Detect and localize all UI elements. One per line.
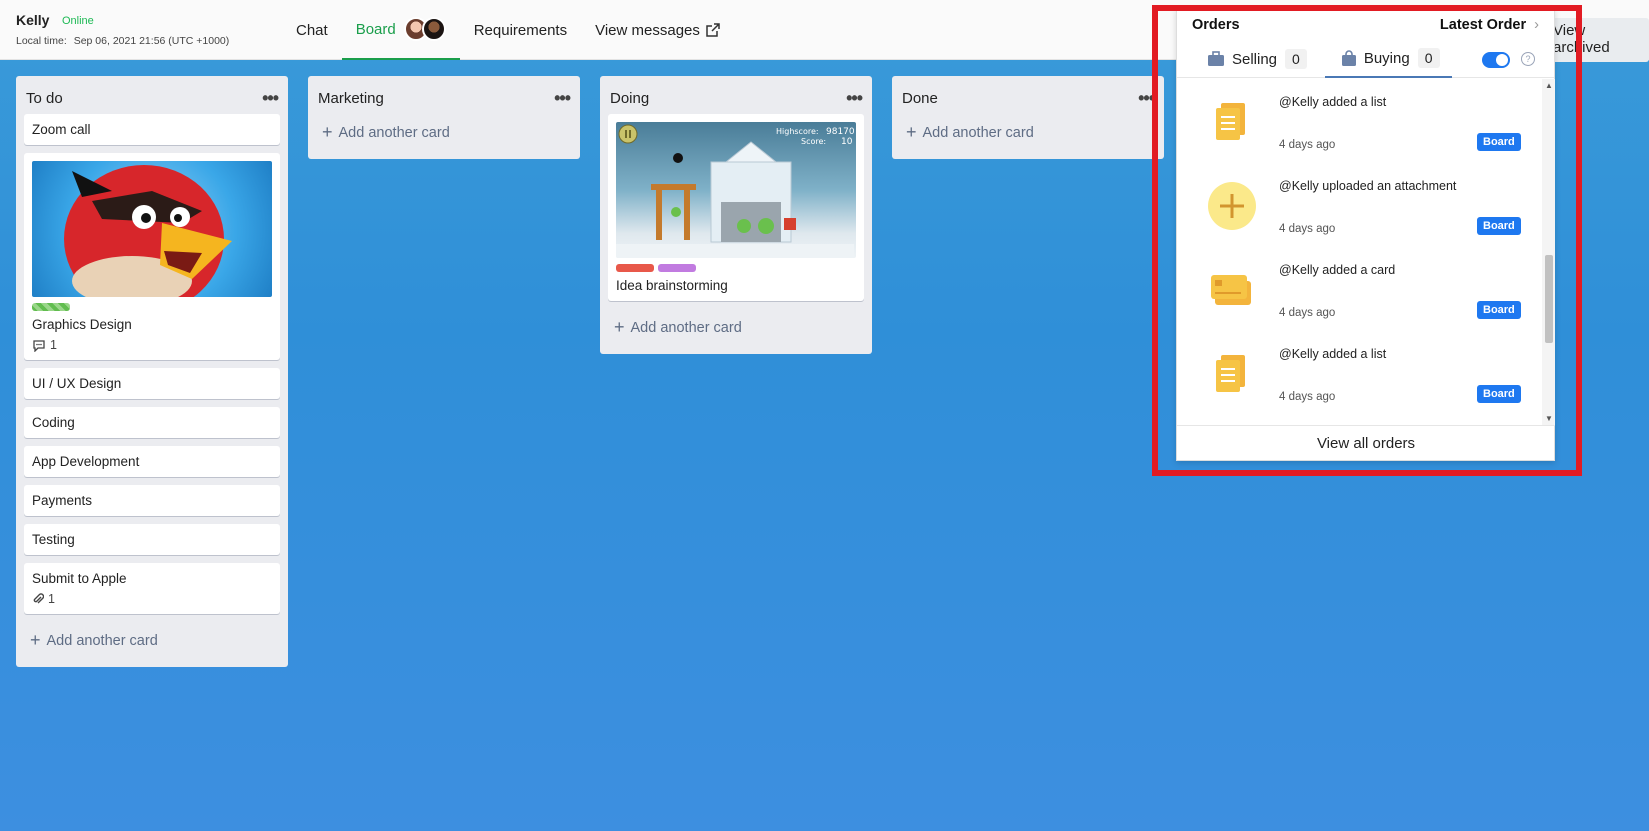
label-red: [616, 264, 654, 272]
angry-bird-image: [64, 165, 232, 297]
card-cover-image: Highscore: 98170 Score: 10: [616, 122, 856, 258]
tab-board-label: Board: [355, 20, 396, 38]
card-labels: [616, 264, 856, 272]
tab-view-messages-label: View messages: [595, 21, 700, 39]
list-todo: To do ••• Zoom call Graphics Design 1 UI…: [16, 76, 288, 667]
card-comments: 1: [32, 338, 272, 352]
user-name: Kelly: [16, 12, 50, 28]
add-card-button[interactable]: + Add another card: [24, 622, 280, 659]
card-app-development[interactable]: App Development: [24, 446, 280, 477]
paperclip-icon: [33, 593, 44, 604]
card-idea-brainstorming[interactable]: Highscore: 98170 Score: 10 Idea brainsto…: [608, 114, 864, 301]
score-value: 10: [841, 137, 853, 147]
comment-count: 1: [50, 338, 57, 352]
list-menu-button[interactable]: •••: [846, 88, 863, 109]
highlight-box: [1152, 5, 1582, 476]
list-menu-button[interactable]: •••: [554, 88, 571, 109]
add-card-button[interactable]: + Add another card: [900, 114, 1156, 151]
plus-icon: +: [322, 122, 333, 142]
add-card-label: Add another card: [338, 125, 450, 141]
card-title: Zoom call: [32, 122, 91, 137]
plus-icon: +: [906, 122, 917, 142]
label-purple: [658, 264, 696, 272]
tab-board[interactable]: Board: [341, 0, 460, 60]
card-labels: [32, 303, 272, 311]
tab-view-messages[interactable]: View messages: [581, 0, 734, 60]
add-card-button[interactable]: + Add another card: [608, 309, 864, 346]
list-header: Done •••: [900, 82, 1156, 114]
plus-icon: +: [614, 317, 625, 337]
local-time-value: Sep 06, 2021 21:56 (UTC +1000): [73, 35, 230, 47]
card-testing[interactable]: Testing: [24, 524, 280, 555]
tab-requirements[interactable]: Requirements: [460, 0, 581, 60]
card-uiux[interactable]: UI / UX Design: [24, 368, 280, 399]
card-title: Submit to Apple: [32, 571, 127, 586]
score-label: Score:: [801, 137, 826, 146]
highscore-value: 98170: [826, 127, 854, 137]
game-screenshot-image: Highscore: 98170 Score: 10: [616, 124, 855, 258]
card-title: UI / UX Design: [32, 376, 122, 391]
card-title: Idea brainstorming: [616, 278, 728, 293]
add-card-label: Add another card: [922, 125, 1034, 141]
list-done: Done ••• + Add another card: [892, 76, 1164, 159]
list-doing: Doing ••• Highscore: 98170 Score: 10 Ide…: [600, 76, 872, 354]
card-title: Payments: [32, 493, 93, 508]
card-coding[interactable]: Coding: [24, 407, 280, 438]
list-title: Done: [902, 89, 938, 107]
tab-chat[interactable]: Chat: [282, 0, 342, 60]
add-card-label: Add another card: [46, 633, 158, 649]
card-submit-apple[interactable]: Submit to Apple 1: [24, 563, 280, 614]
tab-requirements-label: Requirements: [473, 21, 568, 39]
add-card-label: Add another card: [630, 320, 742, 336]
list-header: Doing •••: [608, 82, 864, 114]
add-card-button[interactable]: + Add another card: [316, 114, 572, 151]
card-title: Testing: [32, 532, 75, 547]
status-badge: Online: [62, 15, 94, 27]
external-link-icon: [706, 23, 720, 37]
list-menu-button[interactable]: •••: [262, 88, 279, 109]
highscore-label: Highscore:: [776, 127, 819, 136]
card-zoom-call[interactable]: Zoom call: [24, 114, 280, 145]
main-nav: Chat Board Requirements View messages: [282, 0, 734, 60]
label-green: [32, 303, 70, 311]
list-header: To do •••: [24, 82, 280, 114]
list-title: To do: [26, 89, 63, 107]
tab-chat-label: Chat: [296, 21, 328, 39]
card-cover-image: [32, 161, 272, 297]
card-graphics-design[interactable]: Graphics Design 1: [24, 153, 280, 360]
card-title: Graphics Design: [32, 317, 132, 332]
local-time: Local time: Sep 06, 2021 21:56 (UTC +100…: [16, 35, 229, 47]
card-title: App Development: [32, 454, 140, 469]
attachment-count: 1: [48, 592, 55, 606]
card-title: Coding: [32, 415, 75, 430]
card-attachments: 1: [32, 592, 272, 606]
list-marketing: Marketing ••• + Add another card: [308, 76, 580, 159]
list-header: Marketing •••: [316, 82, 572, 114]
plus-icon: +: [30, 630, 41, 650]
list-title: Marketing: [318, 89, 384, 107]
member-avatars[interactable]: [403, 17, 446, 41]
list-title: Doing: [610, 89, 650, 107]
card-payments[interactable]: Payments: [24, 485, 280, 516]
comment-icon: [33, 339, 45, 352]
local-time-label: Local time:: [16, 35, 67, 47]
avatar[interactable]: [421, 17, 446, 41]
